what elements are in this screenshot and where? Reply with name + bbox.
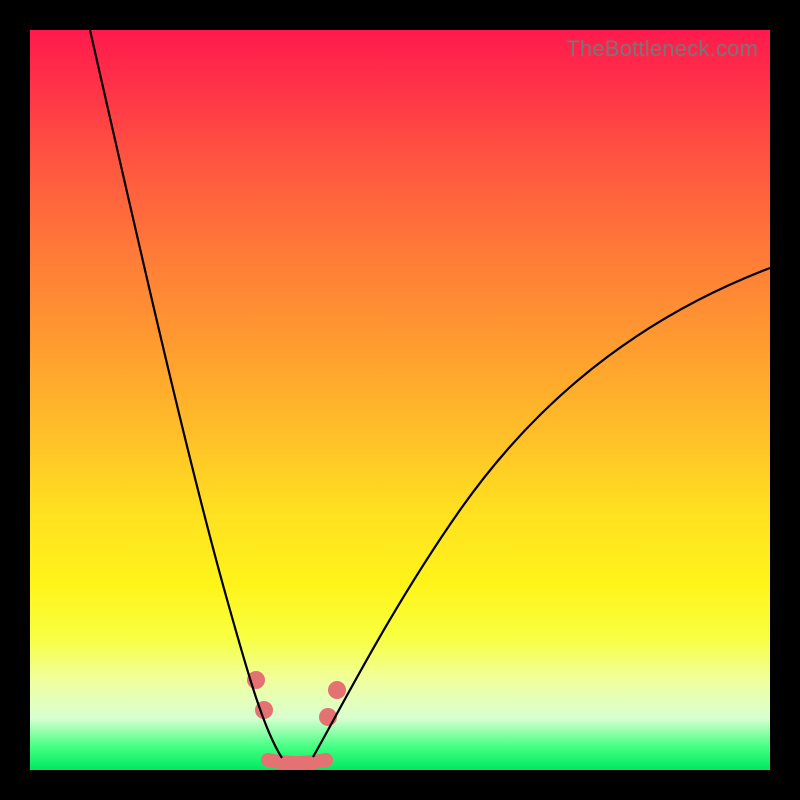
chart-svg (30, 30, 770, 770)
left-curve-line (90, 30, 282, 758)
right-curve-line (313, 268, 770, 757)
floor-fit-segment (268, 760, 326, 763)
point-right-upper (328, 681, 346, 699)
outer-frame: TheBottleneck.com (0, 0, 800, 800)
plot-area: TheBottleneck.com (30, 30, 770, 770)
